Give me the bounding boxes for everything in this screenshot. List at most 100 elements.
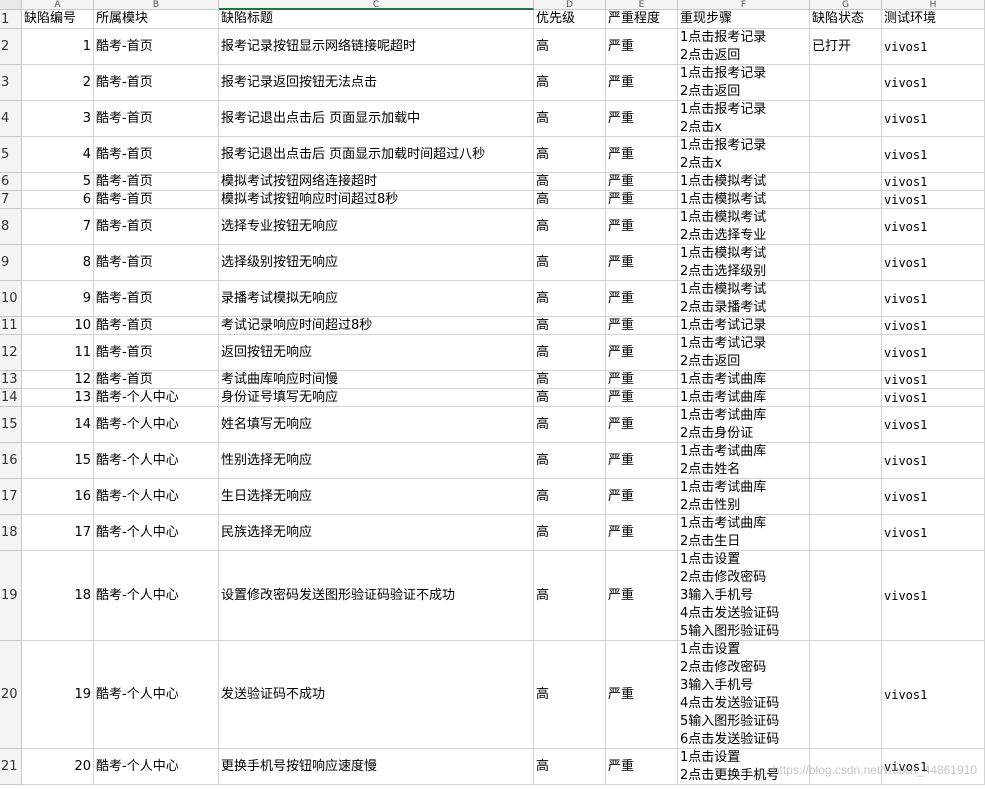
cell-severity[interactable]: 严重: [606, 335, 678, 371]
column-header-b[interactable]: B: [94, 0, 219, 10]
cell-id[interactable]: 9: [22, 281, 94, 317]
cell-severity[interactable]: 严重: [606, 407, 678, 443]
header-cell[interactable]: 缺陷编号: [22, 10, 94, 29]
cell-title[interactable]: 更换手机号按钮响应速度慢: [219, 749, 534, 785]
cell-module[interactable]: 酷考-首页: [94, 245, 219, 281]
cell-steps[interactable]: 1点击考试曲库: [678, 389, 810, 407]
column-header-e[interactable]: E: [606, 0, 678, 10]
cell-id[interactable]: 19: [22, 641, 94, 749]
cell-module[interactable]: 酷考-个人中心: [94, 515, 219, 551]
cell-module[interactable]: 酷考-个人中心: [94, 389, 219, 407]
cell-priority[interactable]: 高: [534, 281, 606, 317]
cell-module[interactable]: 酷考-首页: [94, 101, 219, 137]
cell-priority[interactable]: 高: [534, 65, 606, 101]
cell-module[interactable]: 酷考-首页: [94, 317, 219, 335]
cell-env[interactable]: vivos1: [882, 515, 985, 551]
cell-env[interactable]: vivos1: [882, 407, 985, 443]
cell-priority[interactable]: 高: [534, 479, 606, 515]
cell-env[interactable]: vivos1: [882, 245, 985, 281]
cell-module[interactable]: 酷考-个人中心: [94, 407, 219, 443]
cell-module[interactable]: 酷考-个人中心: [94, 749, 219, 785]
header-cell[interactable]: 严重程度: [606, 10, 678, 29]
cell-severity[interactable]: 严重: [606, 191, 678, 209]
cell-module[interactable]: 酷考-首页: [94, 281, 219, 317]
cell-env[interactable]: vivos1: [882, 479, 985, 515]
cell-status[interactable]: 已打开: [810, 29, 882, 65]
cell-title[interactable]: 身份证号填写无响应: [219, 389, 534, 407]
cell-severity[interactable]: 严重: [606, 281, 678, 317]
row-header[interactable]: 2: [0, 29, 22, 65]
row-header[interactable]: 9: [0, 245, 22, 281]
cell-status[interactable]: [810, 281, 882, 317]
cell-severity[interactable]: 严重: [606, 137, 678, 173]
cell-priority[interactable]: 高: [534, 209, 606, 245]
row-header[interactable]: 19: [0, 551, 22, 641]
cell-status[interactable]: [810, 551, 882, 641]
cell-priority[interactable]: 高: [534, 245, 606, 281]
cell-id[interactable]: 18: [22, 551, 94, 641]
cell-env[interactable]: vivos1: [882, 101, 985, 137]
cell-id[interactable]: 12: [22, 371, 94, 389]
cell-priority[interactable]: 高: [534, 443, 606, 479]
cell-steps[interactable]: 1点击报考记录 2点击返回: [678, 29, 810, 65]
cell-steps[interactable]: 1点击报考记录 2点击返回: [678, 65, 810, 101]
row-header[interactable]: 13: [0, 371, 22, 389]
row-header[interactable]: 11: [0, 317, 22, 335]
cell-title[interactable]: 返回按钮无响应: [219, 335, 534, 371]
cell-priority[interactable]: 高: [534, 749, 606, 785]
cell-title[interactable]: 选择级别按钮无响应: [219, 245, 534, 281]
cell-module[interactable]: 酷考-首页: [94, 191, 219, 209]
cell-module[interactable]: 酷考-个人中心: [94, 479, 219, 515]
row-header[interactable]: 6: [0, 173, 22, 191]
cell-title[interactable]: 考试曲库响应时间慢: [219, 371, 534, 389]
cell-env[interactable]: vivos1: [882, 173, 985, 191]
cell-module[interactable]: 酷考-首页: [94, 335, 219, 371]
row-header[interactable]: 17: [0, 479, 22, 515]
cell-steps[interactable]: 1点击考试曲库 2点击生日: [678, 515, 810, 551]
cell-priority[interactable]: 高: [534, 389, 606, 407]
cell-title[interactable]: 模拟考试按钮响应时间超过8秒: [219, 191, 534, 209]
cell-id[interactable]: 4: [22, 137, 94, 173]
cell-severity[interactable]: 严重: [606, 65, 678, 101]
cell-status[interactable]: [810, 371, 882, 389]
row-header[interactable]: 10: [0, 281, 22, 317]
cell-steps[interactable]: 1点击模拟考试 2点击选择级别: [678, 245, 810, 281]
cell-module[interactable]: 酷考-首页: [94, 29, 219, 65]
cell-title[interactable]: 模拟考试按钮网络连接超时: [219, 173, 534, 191]
cell-priority[interactable]: 高: [534, 137, 606, 173]
row-header[interactable]: 21: [0, 749, 22, 785]
row-header[interactable]: 14: [0, 389, 22, 407]
cell-env[interactable]: vivos1: [882, 191, 985, 209]
cell-severity[interactable]: 严重: [606, 101, 678, 137]
row-header[interactable]: 8: [0, 209, 22, 245]
cell-severity[interactable]: 严重: [606, 551, 678, 641]
cell-steps[interactable]: 1点击报考记录 2点击x: [678, 101, 810, 137]
cell-status[interactable]: [810, 65, 882, 101]
cell-module[interactable]: 酷考-首页: [94, 65, 219, 101]
cell-priority[interactable]: 高: [534, 515, 606, 551]
cell-steps[interactable]: 1点击考试曲库 2点击性别: [678, 479, 810, 515]
cell-title[interactable]: 报考记录按钮显示网络链接呢超时: [219, 29, 534, 65]
cell-id[interactable]: 16: [22, 479, 94, 515]
cell-env[interactable]: vivos1: [882, 209, 985, 245]
cell-id[interactable]: 2: [22, 65, 94, 101]
cell-severity[interactable]: 严重: [606, 245, 678, 281]
cell-env[interactable]: vivos1: [882, 137, 985, 173]
cell-id[interactable]: 5: [22, 173, 94, 191]
row-header[interactable]: 15: [0, 407, 22, 443]
column-header-a[interactable]: A: [22, 0, 94, 10]
column-header-f[interactable]: F: [678, 0, 810, 10]
cell-title[interactable]: 考试记录响应时间超过8秒: [219, 317, 534, 335]
row-header[interactable]: 20: [0, 641, 22, 749]
cell-title[interactable]: 报考记退出点击后 页面显示加载时间超过八秒: [219, 137, 534, 173]
cell-steps[interactable]: 1点击考试曲库 2点击姓名: [678, 443, 810, 479]
cell-module[interactable]: 酷考-首页: [94, 209, 219, 245]
cell-priority[interactable]: 高: [534, 173, 606, 191]
cell-module[interactable]: 酷考-首页: [94, 371, 219, 389]
cell-severity[interactable]: 严重: [606, 515, 678, 551]
cell-status[interactable]: [810, 335, 882, 371]
cell-severity[interactable]: 严重: [606, 641, 678, 749]
cell-severity[interactable]: 严重: [606, 371, 678, 389]
cell-steps[interactable]: 1点击考试记录 2点击返回: [678, 335, 810, 371]
cell-status[interactable]: [810, 209, 882, 245]
